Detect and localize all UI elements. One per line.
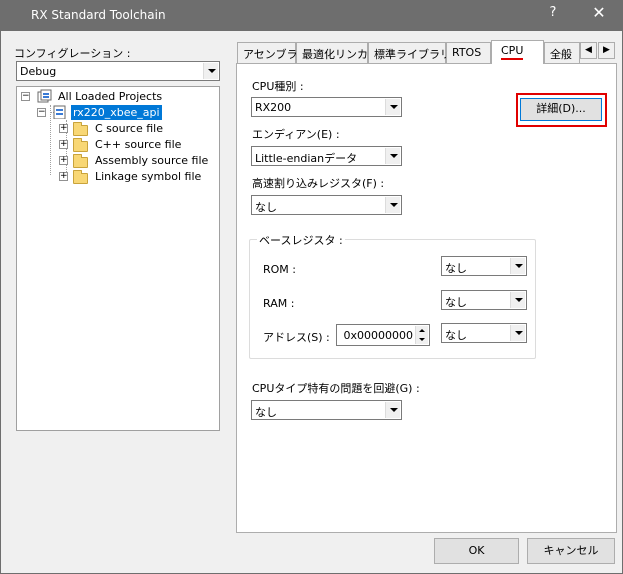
folder-icon bbox=[73, 138, 88, 152]
help-button[interactable]: ? bbox=[545, 5, 561, 20]
tab-label: RTOS bbox=[452, 46, 482, 59]
endian-select[interactable]: Little-endianデータ bbox=[251, 146, 402, 166]
tab-standard-library[interactable]: 標準ライブラリ bbox=[368, 42, 451, 63]
tree-item-label: C source file bbox=[95, 122, 163, 135]
ok-button[interactable]: OK bbox=[434, 538, 519, 564]
folder-icon bbox=[73, 122, 88, 136]
address-register-select[interactable]: なし bbox=[441, 323, 527, 343]
window-title: RX Standard Toolchain bbox=[31, 8, 166, 22]
chevron-down-icon[interactable] bbox=[385, 402, 400, 418]
tab-label: アセンブラ bbox=[243, 48, 298, 61]
address-label: アドレス(S) : bbox=[263, 331, 330, 344]
tab-label: CPU bbox=[501, 44, 524, 60]
tree-item-label: C++ source file bbox=[95, 138, 182, 151]
tab-label: 全般 bbox=[550, 48, 572, 61]
ram-label: RAM : bbox=[263, 297, 295, 310]
tree-item-label: rx220_xbee_api bbox=[71, 105, 162, 120]
tab-cpu[interactable]: CPU bbox=[491, 40, 544, 64]
cpu-issue-label: CPUタイプ特有の問題を回避(G) : bbox=[252, 382, 420, 395]
spin-down-icon[interactable] bbox=[415, 335, 428, 344]
tree-item-label: All Loaded Projects bbox=[58, 90, 163, 103]
address-spinbox[interactable]: 0x00000000 bbox=[336, 324, 430, 346]
ram-select[interactable]: なし bbox=[441, 290, 527, 310]
expand-icon[interactable]: + bbox=[59, 156, 68, 165]
cpu-type-value: RX200 bbox=[255, 101, 292, 114]
collapse-icon[interactable]: − bbox=[21, 92, 30, 101]
rom-label: ROM : bbox=[263, 263, 296, 276]
endian-label: エンディアン(E) : bbox=[252, 128, 340, 141]
cpu-type-select[interactable]: RX200 bbox=[251, 97, 402, 117]
collapse-icon[interactable]: − bbox=[37, 108, 46, 117]
projects-icon bbox=[37, 89, 52, 103]
base-register-group-title: ベースレジスタ : bbox=[257, 232, 345, 248]
ram-value: なし bbox=[445, 296, 467, 309]
rom-select[interactable]: なし bbox=[441, 256, 527, 276]
tree-item-label: Linkage symbol file bbox=[95, 170, 202, 183]
close-button[interactable]: ✕ bbox=[590, 3, 608, 22]
cpu-type-label: CPU種別 : bbox=[252, 80, 304, 93]
detail-button[interactable]: 詳細(D)... bbox=[520, 98, 602, 121]
fast-interrupt-value: なし bbox=[255, 201, 277, 214]
tab-scroll-right-button[interactable]: ▶ bbox=[598, 42, 615, 59]
tree-connector bbox=[50, 105, 51, 175]
chevron-down-icon[interactable] bbox=[510, 258, 525, 274]
tab-general[interactable]: 全般 bbox=[544, 42, 580, 63]
chevron-down-icon[interactable] bbox=[385, 148, 400, 164]
tab-label: 標準ライブラリ bbox=[374, 48, 451, 61]
arrow-right-icon: ▶ bbox=[603, 45, 610, 55]
tab-label: 最適化リンカ bbox=[302, 48, 368, 61]
folder-icon bbox=[73, 154, 88, 168]
tab-optimizing-linker[interactable]: 最適化リンカ bbox=[296, 42, 368, 63]
folder-icon bbox=[73, 170, 88, 184]
chevron-down-icon[interactable] bbox=[385, 197, 400, 213]
address-value: 0x00000000 bbox=[343, 329, 414, 342]
tab-scroll-left-button[interactable]: ◀ bbox=[580, 42, 597, 59]
endian-value: Little-endianデータ bbox=[255, 152, 358, 165]
project-icon bbox=[53, 105, 66, 119]
cancel-button[interactable]: キャンセル bbox=[527, 538, 615, 564]
tab-rtos[interactable]: RTOS bbox=[446, 42, 491, 63]
chevron-down-icon[interactable] bbox=[510, 325, 525, 341]
config-label: コンフィグレーション : bbox=[14, 47, 131, 60]
tree-item-label: Assembly source file bbox=[95, 154, 209, 167]
chevron-down-icon[interactable] bbox=[203, 63, 218, 79]
config-value: Debug bbox=[20, 65, 57, 78]
expand-icon[interactable]: + bbox=[59, 140, 68, 149]
chevron-down-icon[interactable] bbox=[510, 292, 525, 308]
config-select[interactable]: Debug bbox=[16, 61, 220, 81]
arrow-left-icon: ◀ bbox=[585, 45, 592, 55]
title-bar: RX Standard Toolchain ? ✕ bbox=[0, 0, 623, 31]
cpu-issue-select[interactable]: なし bbox=[251, 400, 402, 420]
tab-assembler[interactable]: アセンブラ bbox=[237, 42, 298, 63]
fast-interrupt-label: 高速割り込みレジスタ(F) : bbox=[252, 177, 385, 190]
fast-interrupt-select[interactable]: なし bbox=[251, 195, 402, 215]
cpu-issue-value: なし bbox=[255, 406, 277, 419]
address-register-value: なし bbox=[445, 329, 467, 342]
expand-icon[interactable]: + bbox=[59, 172, 68, 181]
rom-value: なし bbox=[445, 262, 467, 275]
expand-icon[interactable]: + bbox=[59, 124, 68, 133]
project-tree[interactable]: − All Loaded Projects − rx220_xbee_api +… bbox=[16, 86, 220, 431]
spin-up-icon[interactable] bbox=[415, 326, 428, 335]
chevron-down-icon[interactable] bbox=[385, 99, 400, 115]
